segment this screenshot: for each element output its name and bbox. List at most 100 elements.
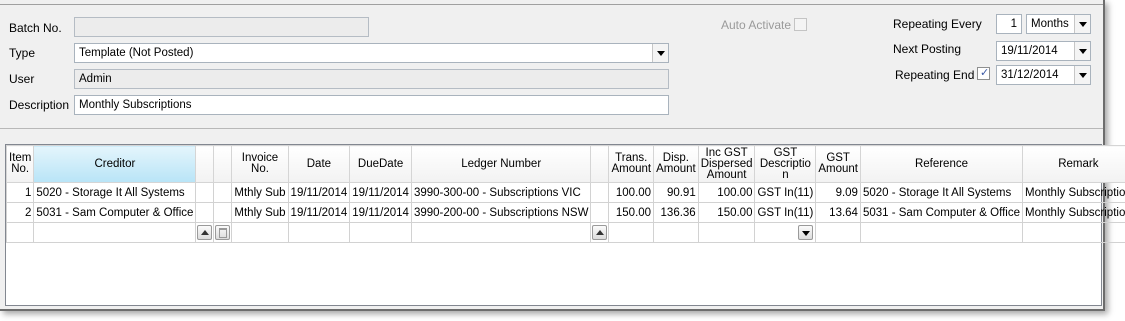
batch-no-label: Batch No. — [9, 21, 62, 35]
type-label: Type — [9, 46, 36, 60]
cell-gst-description[interactable]: GST In(11) — [754, 202, 817, 223]
cell-inc-gst[interactable]: 150.00 — [697, 202, 756, 223]
col-disp-amount[interactable]: Disp. Amount — [653, 145, 699, 183]
cell-gst-amount[interactable]: 13.64 — [815, 202, 861, 223]
check-icon: ✓ — [980, 67, 990, 79]
triangle-up-icon — [201, 229, 210, 235]
repeating-unit-dropdown-button[interactable] — [1074, 15, 1090, 33]
cell-empty — [590, 202, 610, 223]
cell-empty — [213, 202, 233, 223]
cell-disp-amount[interactable]: 136.36 — [653, 202, 699, 223]
next-posting-dropdown-button[interactable] — [1074, 42, 1090, 60]
cell-remark[interactable]: Monthly Subscription — [1021, 202, 1125, 223]
cell-invoice-no[interactable]: Mthly Sub — [231, 182, 289, 203]
col-invoice-no[interactable]: Invoice No. — [231, 145, 289, 183]
cell-gst-description-dropdown[interactable] — [754, 222, 817, 243]
description-field[interactable]: Monthly Subscriptions — [74, 95, 669, 115]
cell-empty[interactable] — [697, 222, 756, 243]
cell-empty — [195, 182, 215, 203]
next-posting-date[interactable]: 19/11/2014 — [996, 41, 1091, 61]
cell-due-date[interactable]: 19/11/2014 — [349, 202, 412, 223]
col-gst-amount[interactable]: GST Amount — [815, 145, 861, 183]
batch-no-field[interactable] — [74, 17, 369, 37]
lookup-up-button[interactable] — [197, 224, 213, 240]
chevron-down-icon — [802, 231, 811, 236]
cell-empty[interactable] — [5, 222, 35, 243]
trash-icon — [219, 227, 228, 238]
cell-remark[interactable]: Monthly Subscription — [1021, 182, 1125, 203]
ledger-lookup-button[interactable] — [592, 224, 608, 240]
col-remark[interactable]: Remark — [1021, 145, 1125, 183]
cell-invoice-no[interactable]: Mthly Sub — [231, 202, 289, 223]
repeating-unit-select[interactable]: Months — [1026, 14, 1091, 34]
cell-empty[interactable] — [815, 222, 861, 243]
description-label: Description — [9, 98, 70, 112]
cell-empty — [195, 202, 215, 223]
cell-delete[interactable] — [213, 222, 233, 243]
cell-reference[interactable]: 5020 - Storage It All Systems — [859, 182, 1023, 203]
cell-empty[interactable] — [33, 222, 197, 243]
col-trans-amount[interactable]: Trans. Amount — [608, 145, 655, 183]
col-reference[interactable]: Reference — [859, 145, 1023, 183]
items-grid[interactable]: Item No. Creditor Invoice No. Date DueDa… — [5, 144, 1125, 306]
cell-item-no[interactable]: 1 — [5, 182, 35, 203]
cell-empty[interactable] — [653, 222, 699, 243]
auto-activate-checkbox[interactable] — [794, 18, 807, 31]
cell-empty[interactable] — [608, 222, 655, 243]
cell-empty[interactable] — [859, 222, 1023, 243]
cell-inc-gst[interactable]: 100.00 — [697, 182, 756, 203]
chevron-down-icon — [656, 50, 665, 56]
cell-date[interactable]: 19/11/2014 — [287, 182, 351, 203]
cell-date[interactable]: 19/11/2014 — [287, 202, 351, 223]
col-due-date[interactable]: DueDate — [349, 145, 412, 183]
grid-header-row: Item No. Creditor Invoice No. Date DueDa… — [5, 145, 1125, 183]
cell-creditor[interactable]: 5020 - Storage It All Systems — [33, 182, 197, 203]
col-date[interactable]: Date — [287, 145, 351, 183]
type-dropdown-button[interactable] — [652, 44, 668, 62]
chevron-down-icon — [1078, 72, 1087, 78]
cell-ledger-lookup[interactable] — [590, 222, 610, 243]
repeating-end-checkbox[interactable]: ✓ — [977, 67, 990, 80]
auto-activate-label: Auto Activate — [721, 18, 792, 32]
col-ledger-number[interactable]: Ledger Number — [410, 145, 592, 183]
col-spacer-1 — [195, 145, 215, 183]
cell-empty — [213, 182, 233, 203]
cell-trans-amount[interactable]: 100.00 — [608, 182, 655, 203]
repeating-end-dropdown-button[interactable] — [1074, 66, 1090, 84]
cell-disp-amount[interactable]: 90.91 — [653, 182, 699, 203]
cell-empty[interactable] — [287, 222, 351, 243]
chevron-down-icon — [1078, 21, 1087, 27]
cell-ledger-number[interactable]: 3990-300-00 - Subscriptions VIC — [410, 182, 592, 203]
col-creditor[interactable]: Creditor — [33, 145, 197, 183]
cell-item-no[interactable]: 2 — [5, 202, 35, 223]
col-item-no[interactable]: Item No. — [5, 145, 35, 183]
repeating-unit-value: Months — [1031, 18, 1069, 30]
top-border — [0, 4, 1103, 5]
table-row[interactable]: 1 5020 - Storage It All Systems Mthly Su… — [5, 182, 1125, 203]
repeating-end-date[interactable]: 31/12/2014 — [996, 65, 1091, 85]
table-row[interactable]: 2 5031 - Sam Computer & Office Mthly Sub… — [5, 202, 1125, 223]
new-row[interactable] — [5, 222, 1125, 243]
cell-empty — [590, 182, 610, 203]
cell-gst-description[interactable]: GST In(11) — [754, 182, 817, 203]
user-label: User — [9, 72, 35, 86]
cell-trans-amount[interactable]: 150.00 — [608, 202, 655, 223]
cell-empty[interactable] — [349, 222, 412, 243]
cell-due-date[interactable]: 19/11/2014 — [349, 182, 412, 203]
cell-reference[interactable]: 5031 - Sam Computer & Office — [859, 202, 1023, 223]
cell-empty[interactable] — [1021, 222, 1125, 243]
type-select[interactable]: Template (Not Posted) — [74, 43, 669, 63]
gst-dropdown-button[interactable] — [798, 225, 814, 240]
items-table: Item No. Creditor Invoice No. Date DueDa… — [5, 145, 1125, 243]
delete-button[interactable] — [215, 224, 231, 240]
col-inc-gst[interactable]: Inc GST Dispersed Amount — [697, 145, 756, 183]
col-gst-description[interactable]: GST Descriptio n — [754, 145, 817, 183]
cell-creditor[interactable]: 5031 - Sam Computer & Office — [33, 202, 197, 223]
cell-empty[interactable] — [231, 222, 289, 243]
repeating-every-count[interactable]: 1 — [996, 14, 1022, 34]
cell-gst-amount[interactable]: 9.09 — [815, 182, 861, 203]
cell-empty[interactable] — [410, 222, 592, 243]
cell-creditor-lookup[interactable] — [195, 222, 215, 243]
user-field[interactable]: Admin — [74, 69, 669, 89]
cell-ledger-number[interactable]: 3990-200-00 - Subscriptions NSW — [410, 202, 592, 223]
